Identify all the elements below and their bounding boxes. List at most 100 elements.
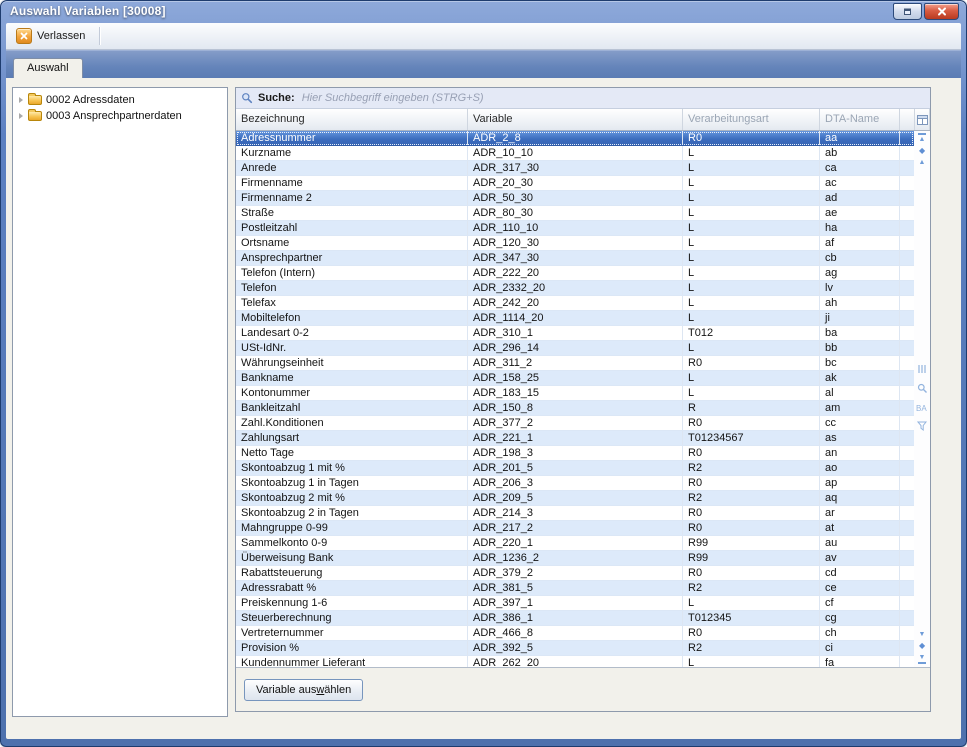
- table-row[interactable]: Skontoabzug 1 in Tagen ADR_206_3 R0 ap: [236, 476, 914, 491]
- tree-item[interactable]: 0002 Adressdaten: [13, 92, 227, 108]
- column-header-variable[interactable]: Variable: [468, 109, 683, 130]
- table-row[interactable]: Bankname ADR_158_25 L ak: [236, 371, 914, 386]
- table-row[interactable]: Sammelkonto 0-9 ADR_220_1 R99 au: [236, 536, 914, 551]
- column-header-verarbeitungsart[interactable]: Verarbeitungsart: [683, 109, 820, 130]
- cell-bezeichnung: Postleitzahl: [236, 221, 468, 235]
- cell-dta-name: ba: [820, 326, 900, 340]
- table-row[interactable]: Telefax ADR_242_20 L ah: [236, 296, 914, 311]
- cell-spacer: [900, 431, 914, 445]
- table-row[interactable]: Preiskennung 1-6 ADR_397_1 L cf: [236, 596, 914, 611]
- cell-variable: ADR_221_1: [468, 431, 683, 445]
- restore-button[interactable]: [893, 3, 922, 20]
- cell-variable: ADR_120_30: [468, 236, 683, 250]
- cell-variable: ADR_50_30: [468, 191, 683, 205]
- close-button[interactable]: [924, 3, 959, 20]
- cell-bezeichnung: Preiskennung 1-6: [236, 596, 468, 610]
- cell-bezeichnung: Skontoabzug 1 mit %: [236, 461, 468, 475]
- table-row[interactable]: Bankleitzahl ADR_150_8 R am: [236, 401, 914, 416]
- column-header-bezeichnung[interactable]: Bezeichnung: [236, 109, 468, 130]
- cell-dta-name: ak: [820, 371, 900, 385]
- column-header-dta-name[interactable]: DTA-Name: [820, 109, 900, 130]
- tree-item[interactable]: 0003 Ansprechpartnerdaten: [13, 108, 227, 124]
- table-row[interactable]: Firmenname ADR_20_30 L ac: [236, 176, 914, 191]
- scroll-to-top-icon[interactable]: ▲: [918, 133, 926, 143]
- cell-variable: ADR_386_1: [468, 611, 683, 625]
- table-row[interactable]: Skontoabzug 1 mit % ADR_201_5 R2 ao: [236, 461, 914, 476]
- table-row[interactable]: Steuerberechnung ADR_386_1 T012345 cg: [236, 611, 914, 626]
- jump-up-icon[interactable]: ◆: [919, 147, 925, 155]
- variables-panel: Suche: Bezeichnung Variable Verarbeitung…: [235, 87, 931, 712]
- table-row[interactable]: Ansprechpartner ADR_347_30 L cb: [236, 251, 914, 266]
- cell-verarbeitungsart: R2: [683, 641, 820, 655]
- cell-dta-name: ao: [820, 461, 900, 475]
- cell-verarbeitungsart: R0: [683, 626, 820, 640]
- rail-search-icon[interactable]: [917, 383, 928, 394]
- table-row[interactable]: Telefon (Intern) ADR_222_20 L ag: [236, 266, 914, 281]
- cell-verarbeitungsart: R2: [683, 581, 820, 595]
- table-row[interactable]: USt-IdNr. ADR_296_14 L bb: [236, 341, 914, 356]
- table-row[interactable]: Netto Tage ADR_198_3 R0 an: [236, 446, 914, 461]
- table-row[interactable]: Telefon ADR_2332_20 L lv: [236, 281, 914, 296]
- table-row[interactable]: Vertreternummer ADR_466_8 R0 ch: [236, 626, 914, 641]
- table-row[interactable]: Provision % ADR_392_5 R2 ci: [236, 641, 914, 656]
- cell-spacer: [900, 461, 914, 475]
- cell-bezeichnung: Kontonummer: [236, 386, 468, 400]
- cell-verarbeitungsart: T012345: [683, 611, 820, 625]
- expander-icon[interactable]: [19, 113, 23, 119]
- row-down-icon[interactable]: ▼: [919, 631, 926, 638]
- table-row[interactable]: Skontoabzug 2 in Tagen ADR_214_3 R0 ar: [236, 506, 914, 521]
- cell-bezeichnung: Adressnummer: [236, 131, 468, 145]
- tab-auswahl[interactable]: Auswahl: [13, 58, 83, 78]
- cell-spacer: [900, 251, 914, 265]
- cell-spacer: [900, 266, 914, 280]
- ba-icon[interactable]: BA: [916, 403, 929, 412]
- cell-bezeichnung: Bankname: [236, 371, 468, 385]
- table-row[interactable]: Skontoabzug 2 mit % ADR_209_5 R2 aq: [236, 491, 914, 506]
- cell-verarbeitungsart: L: [683, 656, 820, 667]
- cell-spacer: [900, 296, 914, 310]
- table-row[interactable]: Mahngruppe 0-99 ADR_217_2 R0 at: [236, 521, 914, 536]
- filter-icon[interactable]: [917, 421, 928, 431]
- table-row[interactable]: Zahlungsart ADR_221_1 T01234567 as: [236, 431, 914, 446]
- expander-icon[interactable]: [19, 97, 23, 103]
- cell-dta-name: as: [820, 431, 900, 445]
- cell-variable: ADR_310_1: [468, 326, 683, 340]
- table-row[interactable]: Straße ADR_80_30 L ae: [236, 206, 914, 221]
- cell-bezeichnung: Rabattsteuerung: [236, 566, 468, 580]
- search-input[interactable]: [300, 91, 925, 105]
- cell-verarbeitungsart: L: [683, 206, 820, 220]
- table-row[interactable]: Ortsname ADR_120_30 L af: [236, 236, 914, 251]
- variable-auswaehlen-button[interactable]: Variable auswählen: [244, 679, 363, 701]
- column-chooser-button[interactable]: [915, 109, 930, 130]
- cell-dta-name: ci: [820, 641, 900, 655]
- table-row[interactable]: Adressnummer ADR_2_8 R0 aa: [236, 131, 914, 146]
- jump-down-icon[interactable]: ◆: [919, 642, 925, 650]
- cell-bezeichnung: Skontoabzug 2 mit %: [236, 491, 468, 505]
- columns-icon[interactable]: [917, 364, 927, 374]
- scroll-to-bottom-icon[interactable]: ▼: [918, 654, 926, 664]
- table-row[interactable]: Adressrabatt % ADR_381_5 R2 ce: [236, 581, 914, 596]
- row-up-icon[interactable]: ▲: [919, 159, 926, 166]
- cell-verarbeitungsart: L: [683, 296, 820, 310]
- verlassen-button[interactable]: Verlassen: [12, 26, 93, 46]
- table-row[interactable]: Währungseinheit ADR_311_2 R0 bc: [236, 356, 914, 371]
- search-bar[interactable]: Suche:: [236, 88, 930, 109]
- cell-variable: ADR_217_2: [468, 521, 683, 535]
- table-row[interactable]: Rabattsteuerung ADR_379_2 R0 cd: [236, 566, 914, 581]
- table-row[interactable]: Postleitzahl ADR_110_10 L ha: [236, 221, 914, 236]
- table-row[interactable]: Anrede ADR_317_30 L ca: [236, 161, 914, 176]
- table-row[interactable]: Kurzname ADR_10_10 L ab: [236, 146, 914, 161]
- table-row[interactable]: Überweisung Bank ADR_1236_2 R99 av: [236, 551, 914, 566]
- cell-variable: ADR_381_5: [468, 581, 683, 595]
- cell-dta-name: ah: [820, 296, 900, 310]
- cell-dta-name: lv: [820, 281, 900, 295]
- table-row[interactable]: Landesart 0-2 ADR_310_1 T012 ba: [236, 326, 914, 341]
- table-row[interactable]: Firmenname 2 ADR_50_30 L ad: [236, 191, 914, 206]
- table-row[interactable]: Zahl.Konditionen ADR_377_2 R0 cc: [236, 416, 914, 431]
- titlebar[interactable]: Auswahl Variablen [30008]: [1, 1, 966, 23]
- table-row[interactable]: Kundennummer Lieferant ADR_262_20 L fa: [236, 656, 914, 667]
- table-row[interactable]: Mobiltelefon ADR_1114_20 L ji: [236, 311, 914, 326]
- cell-spacer: [900, 566, 914, 580]
- cell-bezeichnung: Steuerberechnung: [236, 611, 468, 625]
- table-row[interactable]: Kontonummer ADR_183_15 L al: [236, 386, 914, 401]
